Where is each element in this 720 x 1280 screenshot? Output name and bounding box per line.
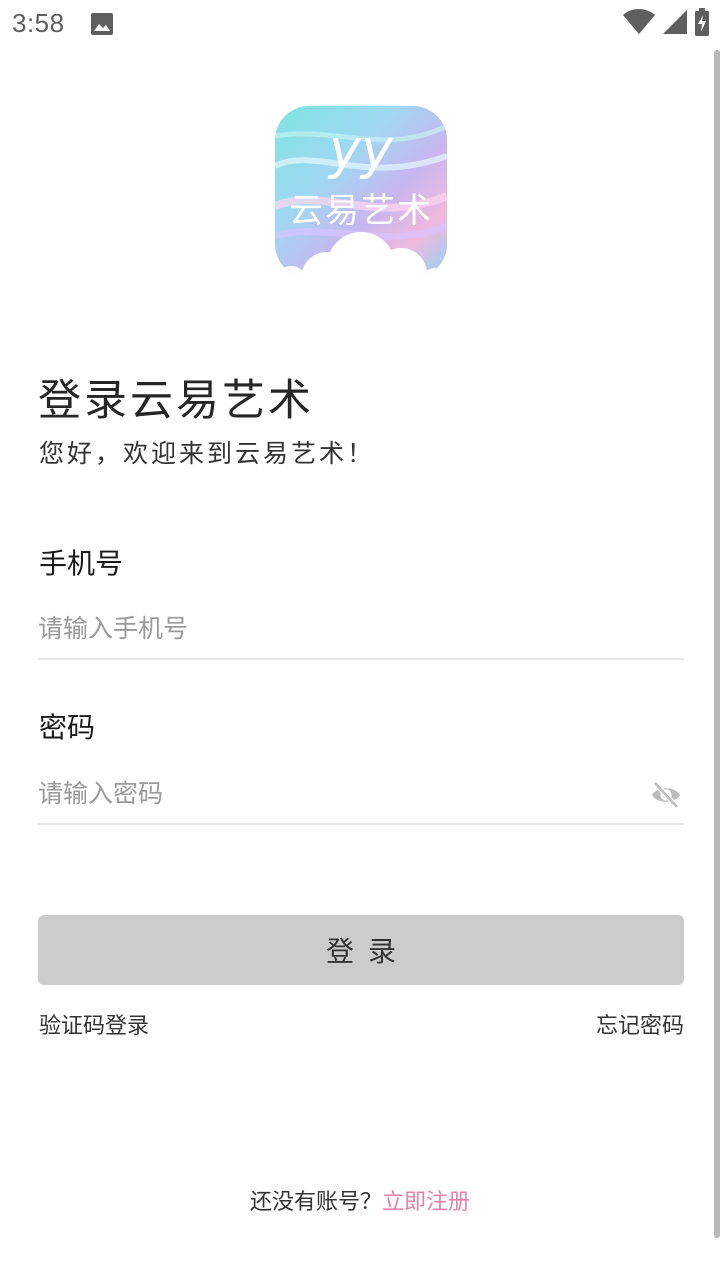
code-login-link[interactable]: 验证码登录: [39, 1008, 149, 1040]
status-time: 3:58: [12, 8, 65, 38]
page-title: 登录云易艺术: [38, 376, 314, 426]
phone-label: 手机号: [39, 547, 124, 580]
password-label: 密码: [39, 711, 96, 744]
image-icon: [90, 12, 114, 36]
login-button[interactable]: 登录: [38, 915, 684, 985]
register-prompt-text: 还没有账号？: [249, 1190, 382, 1215]
page-subtitle: 您好，欢迎来到云易艺术！: [39, 439, 376, 468]
login-screen: 3:58 yy 云易艺术 登录云易艺术 您好，欢迎来到云易艺术！ 手机号 请输入…: [0, 0, 720, 1280]
wifi-icon: [622, 9, 656, 39]
status-icons: [616, 8, 710, 40]
forgot-password-link[interactable]: 忘记密码: [596, 1008, 684, 1040]
scroll-indicator: [714, 50, 720, 1238]
register-prompt: 还没有账号？立即注册: [0, 1184, 720, 1216]
logo-name: 云易艺术: [289, 191, 433, 231]
phone-input[interactable]: [38, 598, 684, 660]
password-input[interactable]: [38, 763, 684, 825]
logo-mark: yy: [327, 118, 394, 181]
register-link[interactable]: 立即注册: [382, 1190, 470, 1215]
signal-icon: [662, 9, 688, 39]
app-logo: yy 云易艺术: [275, 106, 447, 278]
status-bar: 3:58: [0, 0, 720, 50]
eye-off-icon[interactable]: [650, 780, 682, 810]
battery-charging-icon: [694, 8, 710, 40]
